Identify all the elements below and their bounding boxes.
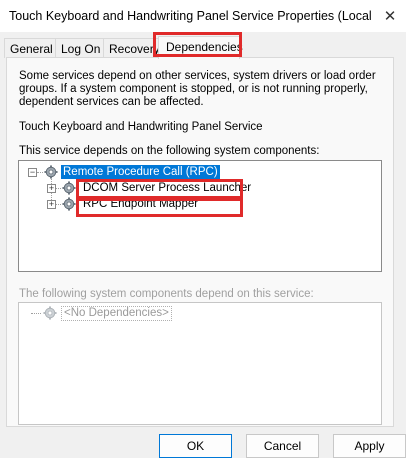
tab-recovery[interactable]: Recovery	[103, 38, 160, 58]
tree-node-rpc-endpoint-mapper[interactable]: RPC Endpoint Mapper	[81, 197, 200, 211]
depends-on-label: This service depends on the following sy…	[19, 145, 320, 157]
tree-node-rpc[interactable]: Remote Procedure Call (RPC)	[61, 165, 220, 179]
collapse-icon[interactable]: −	[28, 168, 37, 177]
dependents-label: The following system components depend o…	[19, 288, 314, 300]
description-text: Some services depend on other services, …	[19, 70, 376, 108]
window-title: Touch Keyboard and Handwriting Panel Ser…	[9, 9, 374, 23]
tab-log-on[interactable]: Log On	[55, 38, 104, 58]
expand-icon[interactable]: +	[47, 200, 56, 209]
close-button[interactable]: ✕	[374, 0, 406, 32]
tab-recovery-label: Recovery	[109, 42, 160, 56]
tab-dependencies-label: Dependencies	[166, 40, 243, 54]
ok-button[interactable]: OK	[159, 434, 232, 458]
gear-icon	[43, 306, 57, 320]
tree-node-dcom[interactable]: DCOM Server Process Launcher	[81, 181, 253, 195]
gear-icon	[62, 197, 76, 211]
close-icon: ✕	[383, 8, 397, 25]
tab-general[interactable]: General	[4, 38, 56, 58]
tree-node-no-dependencies: <No Dependencies>	[61, 306, 172, 321]
tab-general-label: General	[10, 42, 53, 56]
expand-icon[interactable]: +	[47, 184, 56, 193]
gear-icon	[62, 181, 76, 195]
tree-connector	[56, 204, 61, 205]
depends-on-tree[interactable]: − Remote Procedure Call (RPC) + DCOM Ser…	[18, 160, 382, 272]
tree-connector	[37, 172, 43, 173]
service-name: Touch Keyboard and Handwriting Panel Ser…	[19, 121, 263, 133]
tree-connector	[31, 313, 41, 314]
cancel-button[interactable]: Cancel	[246, 434, 319, 458]
title-bar: Touch Keyboard and Handwriting Panel Ser…	[0, 0, 406, 32]
tab-dependencies[interactable]: Dependencies	[158, 36, 243, 59]
dependents-tree[interactable]: <No Dependencies>	[18, 302, 382, 425]
apply-button[interactable]: Apply	[333, 434, 406, 458]
tab-log-on-label: Log On	[61, 42, 101, 56]
tree-connector	[56, 188, 61, 189]
gear-icon	[44, 165, 58, 179]
